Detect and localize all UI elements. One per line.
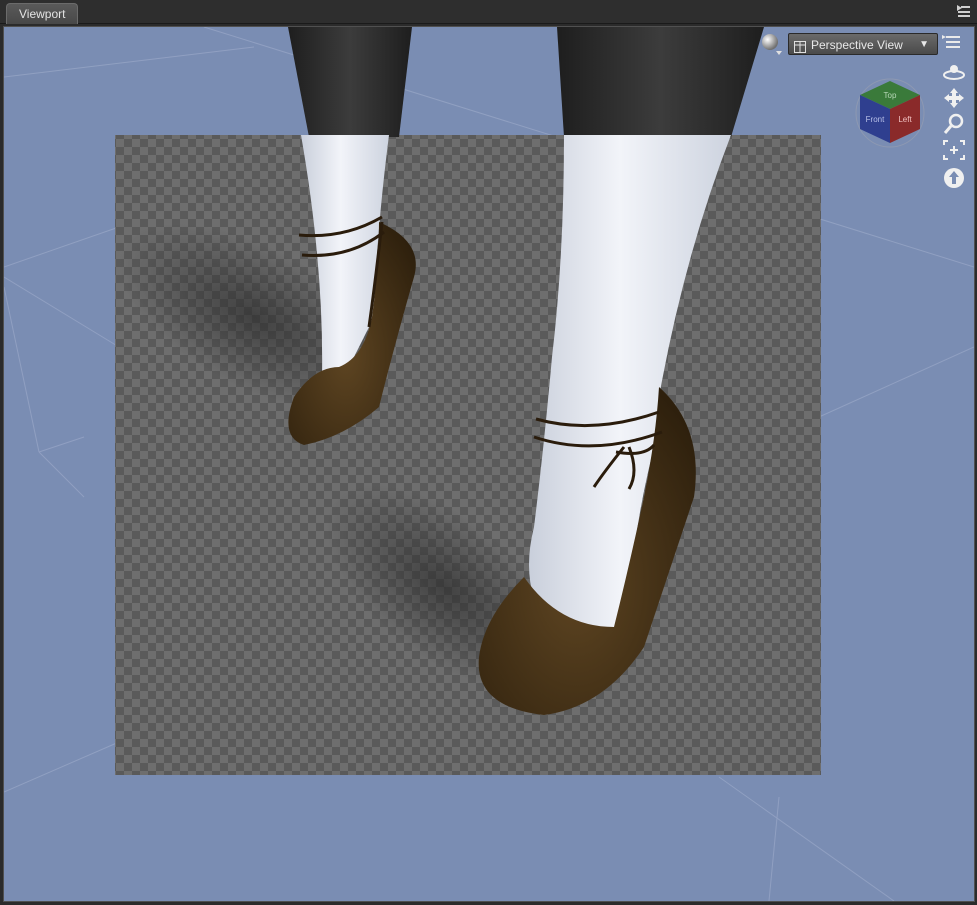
frame-icon[interactable]: [942, 139, 966, 161]
view-selector-dropdown[interactable]: Perspective View ▼: [788, 33, 938, 55]
chevron-down-icon: ▼: [919, 39, 929, 50]
panel-options-icon[interactable]: [955, 3, 971, 19]
orbit-icon[interactable]: [942, 61, 966, 83]
tab-viewport[interactable]: Viewport: [6, 3, 79, 24]
viewport-layout-icon: [794, 38, 806, 60]
pan-icon[interactable]: [942, 87, 966, 109]
scene-render: [4, 27, 974, 901]
viewport-options-icon[interactable]: [942, 33, 966, 55]
cube-label-top: Top: [884, 91, 897, 100]
cube-label-left: Left: [898, 115, 912, 124]
zoom-icon[interactable]: [942, 113, 966, 135]
reset-view-icon[interactable]: [942, 167, 966, 189]
view-selector-label: Perspective View: [811, 38, 903, 52]
view-cube[interactable]: Top Front Left: [854, 77, 926, 154]
draw-style-sphere-icon[interactable]: [759, 32, 783, 61]
cube-label-front: Front: [866, 115, 885, 124]
viewport-canvas[interactable]: Perspective View ▼ Top Front Left: [3, 26, 975, 902]
panel-tabbar: Viewport: [0, 0, 977, 24]
